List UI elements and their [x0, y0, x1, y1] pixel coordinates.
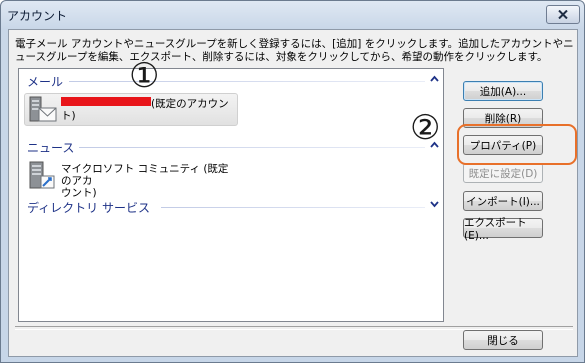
- dialog-body: 電子メール アカウントやニュースグループを新しく登録するには、[追加] をクリッ…: [8, 29, 578, 357]
- group-header-mail[interactable]: メール: [27, 73, 439, 89]
- close-button[interactable]: 閉じる: [463, 330, 543, 350]
- account-item-mail[interactable]: (既定のアカウン ト): [24, 93, 238, 126]
- chevron-down-icon[interactable]: [430, 201, 439, 208]
- mail-account-name: (既定のアカウン ト): [61, 97, 237, 122]
- group-label-directory: ディレクトリ サービス: [27, 201, 150, 215]
- instructions-text: 電子メール アカウントやニュースグループを新しく登録するには、[追加] をクリッ…: [15, 38, 574, 63]
- import-button[interactable]: インポート(I)...: [463, 191, 543, 211]
- mail-account-label-line2: ト): [61, 110, 76, 122]
- export-button[interactable]: エクスポート(E)...: [463, 217, 543, 242]
- annotation-marker-2: ②: [410, 108, 441, 148]
- group-label-mail: メール: [27, 75, 64, 89]
- add-button[interactable]: 追加(A)...: [463, 81, 543, 101]
- accounts-dialog: アカウント 電子メール アカウントやニュースグループを新しく登録するには、[追加…: [0, 0, 585, 363]
- annotation-marker-1: ①: [129, 56, 160, 96]
- group-label-news: ニュース: [27, 141, 75, 155]
- group-divider: [161, 207, 425, 208]
- mail-account-icon: [29, 96, 57, 122]
- title-bar[interactable]: アカウント: [1, 1, 584, 29]
- news-account-label-line2: ウント): [61, 187, 97, 199]
- news-account-label-line1: マイクロソフト コミュニティ (既定のアカ: [61, 163, 229, 187]
- group-header-news[interactable]: ニュース: [27, 139, 439, 155]
- set-default-button[interactable]: 既定に設定(D): [463, 163, 543, 183]
- group-divider: [79, 147, 425, 148]
- annotation-highlight-ring: [457, 124, 577, 165]
- mail-account-label-suffix: (既定のアカウン: [151, 98, 229, 110]
- group-divider: [69, 81, 425, 82]
- group-header-directory[interactable]: ディレクトリ サービス: [27, 199, 439, 215]
- close-icon: [558, 10, 568, 19]
- account-item-news[interactable]: マイクロソフト コミュニティ (既定のアカ ウント): [24, 159, 238, 199]
- window-title: アカウント: [7, 9, 68, 23]
- chevron-up-icon[interactable]: [430, 75, 439, 82]
- window-close-button[interactable]: [546, 5, 580, 24]
- news-server-icon: [29, 161, 55, 189]
- accounts-list[interactable]: メール (既定のアカウン ト) ニュース マイクロソフト コミュニティ (既定の…: [18, 68, 444, 322]
- redaction-bar: [61, 97, 151, 106]
- news-account-name: マイクロソフト コミュニティ (既定のアカ ウント): [61, 163, 237, 199]
